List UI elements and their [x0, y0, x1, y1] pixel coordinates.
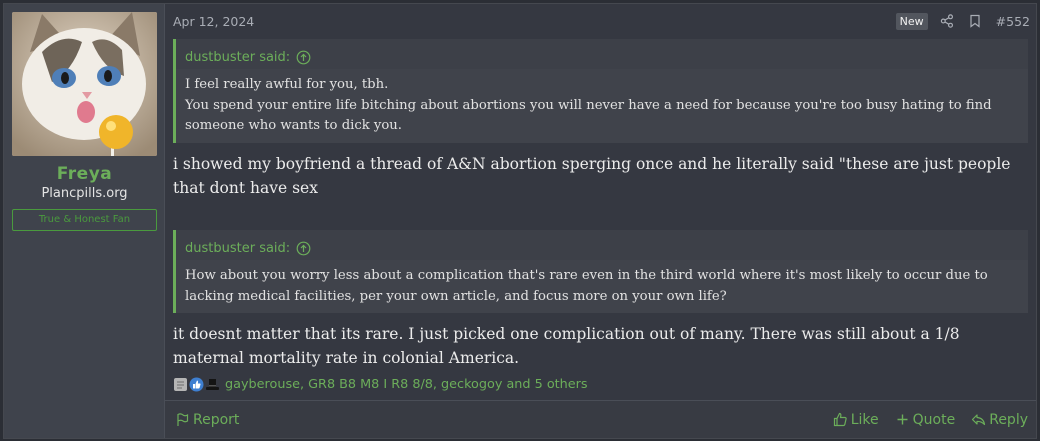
post-actions: Report Like Quote Reply [165, 400, 1036, 438]
like-label: Like [850, 411, 879, 428]
bookmark-icon[interactable] [968, 14, 982, 28]
cat-avatar-image [12, 12, 157, 156]
report-label: Report [193, 411, 240, 428]
quote-block: dustbuster said: I feel really awful for… [173, 39, 1028, 143]
quote-author[interactable]: dustbuster said: [185, 50, 290, 65]
like-button[interactable]: Like [833, 412, 879, 428]
arrow-up-circle-icon[interactable] [296, 241, 311, 256]
quote-line: You spend your entire life bitching abou… [185, 97, 992, 134]
reply-label: Reply [989, 411, 1028, 428]
new-badge: New [895, 12, 928, 30]
arrow-up-circle-icon[interactable] [296, 50, 311, 65]
thumbs-up-icon [189, 377, 204, 392]
username[interactable]: Freya [12, 164, 157, 184]
quote-button[interactable]: Quote [895, 411, 956, 428]
post-number[interactable]: #552 [996, 14, 1030, 29]
post-date[interactable]: Apr 12, 2024 [173, 14, 254, 29]
thumbs-up-outline-icon [833, 412, 848, 427]
avatar[interactable] [12, 12, 157, 156]
quote-header: dustbuster said: [176, 230, 1028, 260]
reply-arrow-icon [971, 412, 986, 427]
quote-line: I feel really awful for you, tbh. [185, 77, 389, 92]
reply-button[interactable]: Reply [971, 412, 1028, 428]
quote-content: I feel really awful for you, tbh. You sp… [176, 69, 1028, 143]
plus-icon [895, 412, 910, 427]
quote-header: dustbuster said: [176, 39, 1028, 69]
user-banner: True & Honest Fan [12, 209, 157, 231]
top-hat-icon [205, 377, 220, 392]
post-attribution: Apr 12, 2024 New #552 [173, 12, 1030, 30]
flag-icon [175, 412, 190, 427]
quote-author[interactable]: dustbuster said: [185, 241, 290, 256]
report-button[interactable]: Report [175, 412, 239, 428]
reply-text: i showed my boyfriend a thread of A&N ab… [173, 155, 1011, 197]
forum-post: Freya Plancpills.org True & Honest Fan A… [3, 3, 1037, 439]
sticky-note-icon [173, 377, 188, 392]
user-column: Freya Plancpills.org True & Honest Fan [4, 4, 165, 438]
reaction-users[interactable]: gayberouse, GR8 B8 M8 I R8 8/8, geckogoy… [225, 377, 588, 392]
quote-block: dustbuster said: How about you worry les… [173, 230, 1028, 313]
reactions-bar[interactable]: gayberouse, GR8 B8 M8 I R8 8/8, geckogoy… [173, 375, 588, 393]
user-title: Plancpills.org [41, 186, 128, 201]
reply-text: it doesnt matter that its rare. I just p… [173, 325, 960, 367]
post-main: Apr 12, 2024 New #552 dustbuster said: I… [165, 4, 1036, 438]
quote-line: How about you worry less about a complic… [185, 268, 988, 304]
quote-label: Quote [912, 411, 956, 428]
share-icon[interactable] [940, 14, 954, 28]
quote-content: How about you worry less about a complic… [176, 260, 1028, 313]
